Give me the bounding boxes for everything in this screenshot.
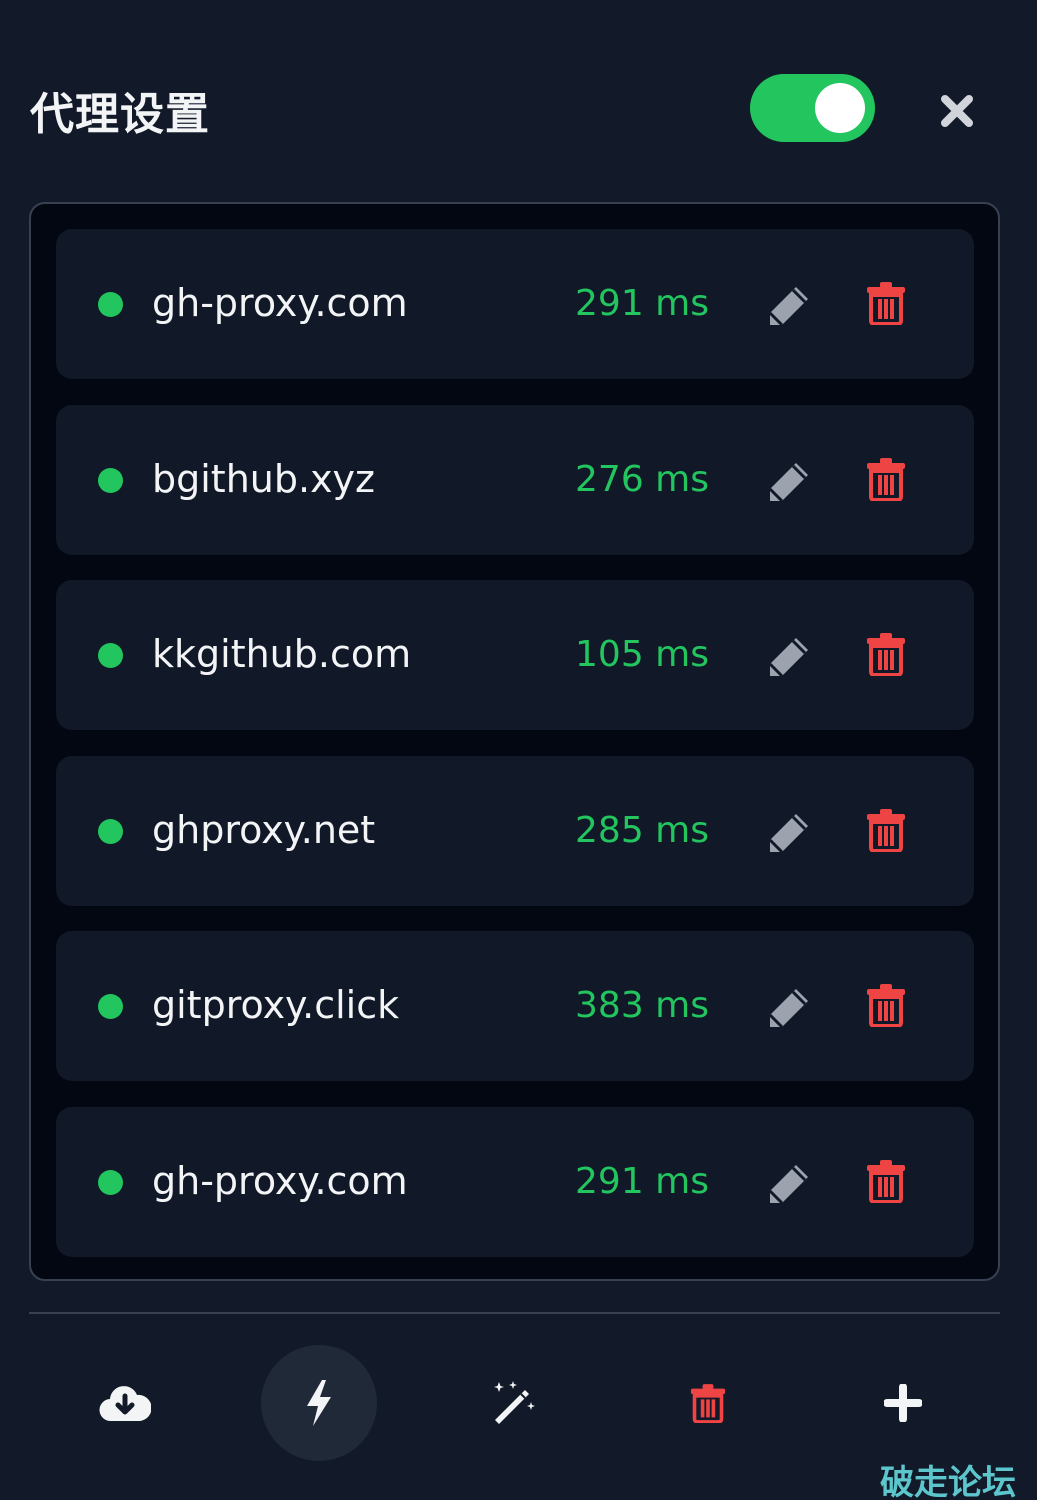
speed-test-button[interactable]	[261, 1345, 377, 1461]
proxy-latency: 291 ms	[575, 283, 709, 324]
proxy-host: kkgithub.com	[152, 632, 412, 676]
delete-button[interactable]	[866, 632, 910, 680]
trash-icon	[867, 282, 905, 326]
delete-button[interactable]	[866, 808, 910, 856]
status-dot	[98, 292, 123, 317]
trash-icon	[690, 1384, 726, 1423]
status-dot	[98, 1170, 123, 1195]
divider	[29, 1312, 1000, 1314]
pencil-icon	[768, 989, 808, 1029]
proxy-host: bgithub.xyz	[152, 457, 375, 501]
proxy-row[interactable]: ghproxy.net 285 ms	[56, 756, 974, 906]
proxy-latency: 105 ms	[575, 634, 709, 675]
trash-icon	[867, 458, 905, 502]
edit-button[interactable]	[766, 1159, 814, 1207]
proxy-host: gh-proxy.com	[152, 1159, 408, 1203]
watermark: 破走论坛	[880, 1463, 1016, 1500]
close-button[interactable]	[930, 84, 984, 138]
status-dot	[98, 819, 123, 844]
proxy-latency: 285 ms	[575, 810, 709, 851]
delete-button[interactable]	[866, 457, 910, 505]
header: 代理设置	[0, 0, 1037, 200]
delete-all-button[interactable]	[650, 1345, 766, 1461]
delete-button[interactable]	[866, 983, 910, 1031]
page-title: 代理设置	[30, 89, 210, 140]
edit-button[interactable]	[766, 457, 814, 505]
toggle-knob	[815, 83, 865, 133]
proxy-row[interactable]: gh-proxy.com 291 ms	[56, 1107, 974, 1257]
proxy-list-panel: gh-proxy.com 291 ms bgithub.xyz 276 ms k…	[29, 202, 1000, 1281]
proxy-row[interactable]: kkgithub.com 105 ms	[56, 580, 974, 730]
pencil-icon	[768, 814, 808, 854]
import-button[interactable]	[67, 1345, 183, 1461]
add-button[interactable]	[845, 1345, 961, 1461]
proxy-latency: 276 ms	[575, 459, 709, 500]
proxy-row[interactable]: gh-proxy.com 291 ms	[56, 229, 974, 379]
close-icon	[941, 95, 973, 127]
delete-button[interactable]	[866, 1159, 910, 1207]
status-dot	[98, 994, 123, 1019]
proxy-latency: 383 ms	[575, 985, 709, 1026]
cloud-download-icon	[99, 1386, 151, 1422]
lightning-icon	[307, 1380, 331, 1426]
proxy-host: gh-proxy.com	[152, 281, 408, 325]
proxy-host: ghproxy.net	[152, 808, 376, 852]
auto-select-button[interactable]	[456, 1345, 572, 1461]
plus-icon	[884, 1384, 922, 1422]
edit-button[interactable]	[766, 808, 814, 856]
trash-icon	[867, 633, 905, 677]
status-dot	[98, 643, 123, 668]
delete-button[interactable]	[866, 281, 910, 329]
pencil-icon	[768, 463, 808, 503]
trash-icon	[867, 984, 905, 1028]
edit-button[interactable]	[766, 632, 814, 680]
edit-button[interactable]	[766, 983, 814, 1031]
pencil-icon	[768, 638, 808, 678]
magic-wand-icon	[494, 1381, 535, 1424]
status-dot	[98, 468, 123, 493]
proxy-enable-toggle[interactable]	[750, 74, 875, 142]
pencil-icon	[768, 1165, 808, 1205]
pencil-icon	[768, 287, 808, 327]
proxy-host: gitproxy.click	[152, 983, 400, 1027]
trash-icon	[867, 809, 905, 853]
proxy-latency: 291 ms	[575, 1161, 709, 1202]
edit-button[interactable]	[766, 281, 814, 329]
proxy-row[interactable]: gitproxy.click 383 ms	[56, 931, 974, 1081]
proxy-row[interactable]: bgithub.xyz 276 ms	[56, 405, 974, 555]
trash-icon	[867, 1160, 905, 1204]
